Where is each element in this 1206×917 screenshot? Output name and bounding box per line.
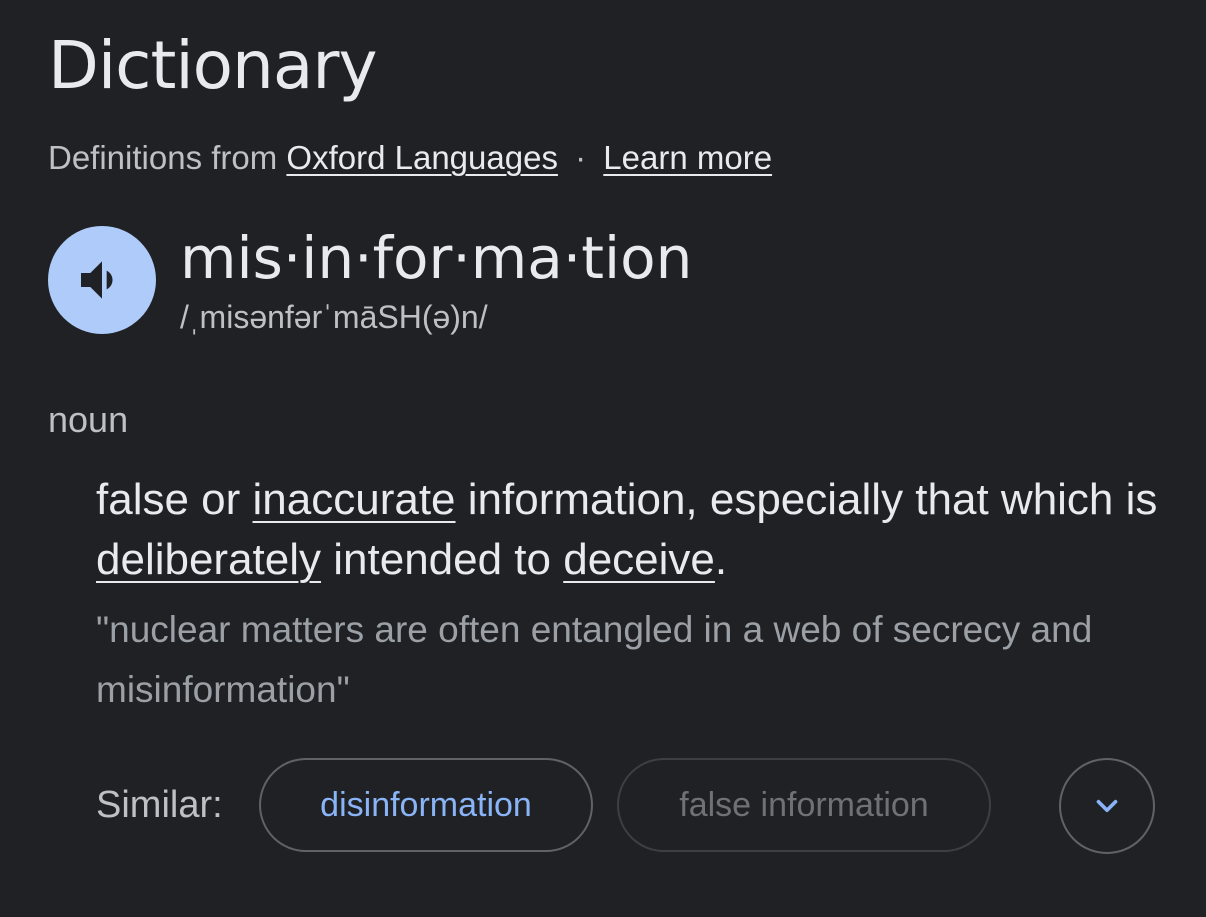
expand-similar-button[interactable]: [1059, 758, 1155, 854]
similar-label: Similar:: [96, 784, 223, 826]
example-sentence: "nuclear matters are often entangled in …: [96, 609, 1093, 710]
definition-link-inaccurate[interactable]: inaccurate: [253, 475, 456, 524]
dictionary-panel: Dictionary Definitions from Oxford Langu…: [0, 0, 1206, 917]
headword: mis·in·for·ma·tion: [180, 224, 693, 292]
pronunciation-audio-button[interactable]: [48, 226, 156, 334]
part-of-speech: noun: [48, 399, 129, 440]
chevron-down-icon: [1096, 799, 1118, 813]
page-title: Dictionary: [48, 27, 378, 104]
source-prefix: Definitions from: [48, 139, 278, 176]
definition-link-deceive[interactable]: deceive: [563, 535, 715, 584]
definition-text: information, especially that which is: [455, 475, 1158, 524]
learn-more-link[interactable]: Learn more: [603, 139, 772, 176]
separator: ·: [575, 139, 587, 176]
definition-text: false or: [96, 475, 253, 524]
similar-chip-false-information[interactable]: false information: [617, 758, 991, 852]
definition-text: intended to: [321, 535, 564, 584]
definition-link-deliberately[interactable]: deliberately: [96, 535, 321, 584]
speaker-icon: [81, 261, 113, 299]
definition-text: .: [714, 535, 728, 584]
similar-chip-disinformation[interactable]: disinformation: [259, 758, 593, 852]
phonetic-spelling: /ˌmisənfərˈmāSH(ə)n/: [180, 299, 488, 335]
definition: false or inaccurate information, especia…: [96, 470, 1176, 590]
source-line: Definitions from Oxford Languages · Lear…: [48, 136, 772, 180]
oxford-languages-link[interactable]: Oxford Languages: [286, 139, 558, 176]
